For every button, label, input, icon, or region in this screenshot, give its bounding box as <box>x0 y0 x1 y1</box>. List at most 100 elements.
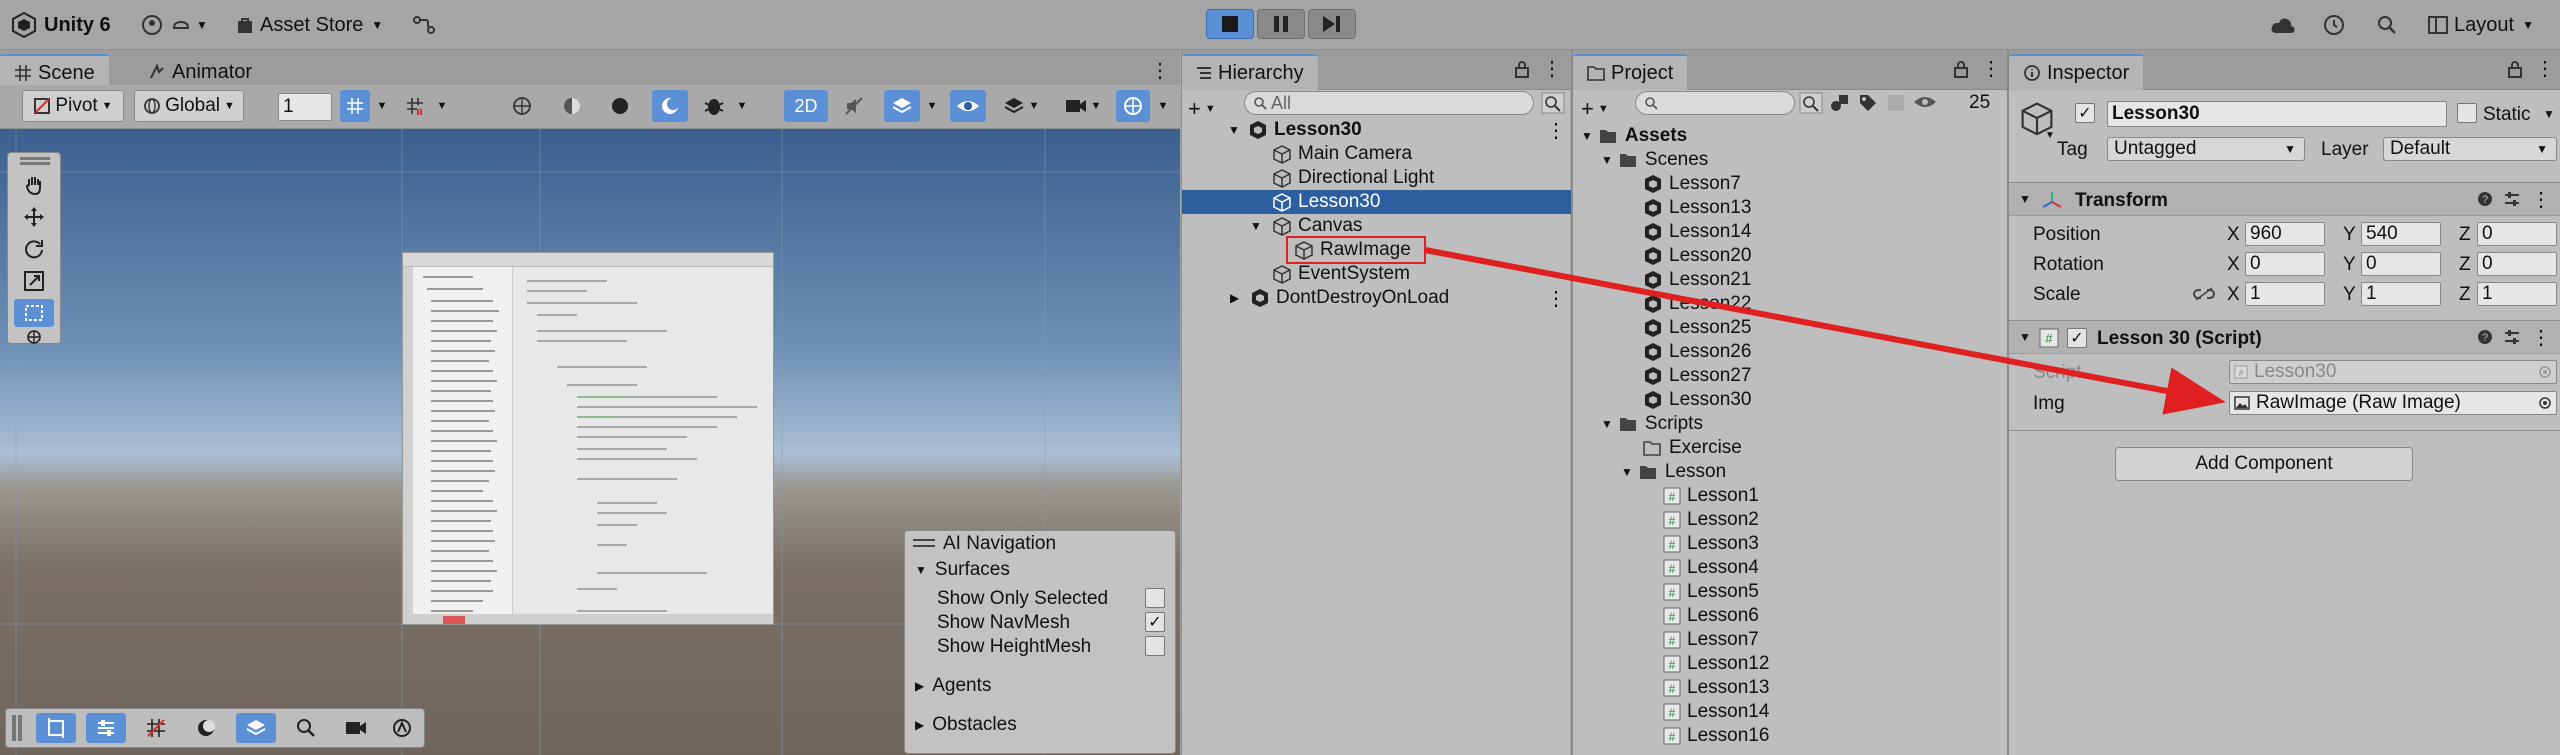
debug-button[interactable] <box>698 90 730 122</box>
effects-toggle[interactable] <box>884 90 920 122</box>
position-x-input[interactable]: 960 <box>2245 222 2325 246</box>
grid-snap-input[interactable]: 1 <box>278 93 332 121</box>
layers-overlay-button[interactable] <box>236 713 276 743</box>
scale-z-input[interactable]: 1 <box>2477 282 2557 306</box>
hidden-packages-icon[interactable] <box>1885 92 1907 114</box>
project-search-input[interactable] <box>1635 91 1795 115</box>
audio-toggle[interactable] <box>838 90 870 122</box>
show-heightmesh-checkbox[interactable] <box>1145 636 1165 656</box>
axis-label[interactable]: Z <box>2459 284 2471 306</box>
layers-dropdown[interactable]: ▼ <box>996 90 1046 122</box>
pivot-dropdown[interactable]: Pivot ▼ <box>22 90 124 122</box>
position-z-input[interactable]: 0 <box>2477 222 2557 246</box>
solid-shading-button[interactable] <box>604 90 636 122</box>
hierarchy-row-main-camera[interactable]: Main Camera <box>1182 142 1571 166</box>
lighting-toggle[interactable] <box>652 90 688 122</box>
script-file-row[interactable]: # Lesson6 <box>1663 604 1759 628</box>
help-icon[interactable]: ? <box>2477 191 2493 207</box>
camera-overlay-button[interactable] <box>336 713 376 743</box>
script-file-row[interactable]: # Lesson16 <box>1663 724 1769 748</box>
lesson-folder-row[interactable]: ▼ Lesson <box>1621 460 1726 484</box>
global-dropdown[interactable]: Global ▼ <box>134 90 244 122</box>
tab-project[interactable]: Project <box>1573 54 1688 90</box>
scene-file-row[interactable]: Lesson27 <box>1643 364 1751 388</box>
axis-label[interactable]: Y <box>2343 254 2356 276</box>
scene-file-row[interactable]: Lesson14 <box>1643 220 1751 244</box>
move-tool-button[interactable] <box>14 203 54 231</box>
img-object-field[interactable]: RawImage (Raw Image) <box>2229 391 2557 415</box>
scene-file-row[interactable]: Lesson30 <box>1643 388 1751 412</box>
hierarchy-row-lesson30-object[interactable]: Lesson30 <box>1182 190 1571 214</box>
search-button[interactable] <box>2376 10 2398 40</box>
hierarchy-row-canvas[interactable]: ▼ Canvas <box>1182 214 1571 238</box>
scene-file-row[interactable]: Lesson13 <box>1643 196 1751 220</box>
lock-icon[interactable] <box>1953 60 1969 78</box>
more-options-icon[interactable]: ⋮ <box>1150 58 1170 83</box>
unity-account-button[interactable]: Unity 6 <box>10 10 111 40</box>
tag-dropdown[interactable]: Untagged ▼ <box>2107 137 2305 161</box>
preset-sliders-icon[interactable] <box>2503 191 2521 207</box>
script-file-row[interactable]: # Lesson12 <box>1663 652 1769 676</box>
script-enabled-checkbox[interactable]: ✓ <box>2067 328 2087 348</box>
tab-inspector[interactable]: Inspector <box>2009 54 2144 90</box>
pause-button[interactable] <box>1257 9 1305 39</box>
scale-y-input[interactable]: 1 <box>2361 282 2441 306</box>
scale-tool-button[interactable] <box>14 267 54 295</box>
agents-foldout[interactable]: ▶ Agents <box>915 675 991 697</box>
script-file-row[interactable]: # Lesson4 <box>1663 556 1759 580</box>
scene-file-row[interactable]: Lesson21 <box>1643 268 1751 292</box>
eye-slash-icon[interactable] <box>1913 92 1937 112</box>
position-y-input[interactable]: 540 <box>2361 222 2441 246</box>
debug-dropdown[interactable]: ▼ <box>732 90 752 122</box>
rotation-y-input[interactable]: 0 <box>2361 252 2441 276</box>
add-component-button[interactable]: Add Component <box>2115 447 2413 481</box>
ai-navigation-header[interactable]: AI Navigation <box>913 533 1056 555</box>
chevron-down-icon[interactable]: ▼ <box>2543 107 2555 121</box>
rotation-z-input[interactable]: 0 <box>2477 252 2557 276</box>
script-file-row[interactable]: # Lesson7 <box>1663 628 1759 652</box>
axis-label[interactable]: Y <box>2343 284 2356 306</box>
surfaces-foldout[interactable]: ▼ Surfaces <box>915 559 1010 581</box>
layer-dropdown[interactable]: Default ▼ <box>2383 137 2557 161</box>
help-icon[interactable]: ? <box>2477 329 2493 345</box>
transform-tool-button[interactable] <box>14 330 54 344</box>
static-checkbox[interactable] <box>2457 103 2477 123</box>
lighting-button[interactable] <box>186 713 226 743</box>
grid-visibility-button[interactable] <box>136 713 176 743</box>
preset-sliders-icon[interactable] <box>2503 329 2521 345</box>
hierarchy-row-dontdestroyonload[interactable]: ▶ DontDestroyOnLoad ⋮ <box>1182 286 1571 310</box>
scene-file-row[interactable]: Lesson7 <box>1643 172 1741 196</box>
zoom-button[interactable] <box>286 713 326 743</box>
script-file-row[interactable]: # Lesson13 <box>1663 676 1769 700</box>
more-options-icon[interactable]: ⋮ <box>2531 325 2551 350</box>
script-file-row[interactable]: # Lesson14 <box>1663 700 1769 724</box>
script-file-row[interactable]: # Lesson2 <box>1663 508 1759 532</box>
filter-by-label-icon[interactable] <box>1857 92 1879 114</box>
drag-handle[interactable] <box>20 157 50 160</box>
hierarchy-row-directional-light[interactable]: Directional Light <box>1182 166 1571 190</box>
rect-tool-button[interactable] <box>14 299 54 327</box>
scene-file-row[interactable]: Lesson25 <box>1643 316 1751 340</box>
axis-label[interactable]: Z <box>2459 254 2471 276</box>
more-options-icon[interactable]: ⋮ <box>1542 56 1562 81</box>
lock-icon[interactable] <box>1514 60 1530 78</box>
project-create-dropdown[interactable]: + ▼ <box>1581 96 1609 122</box>
filter-by-type-icon[interactable] <box>1829 92 1851 114</box>
cloud-button[interactable] <box>2270 10 2296 40</box>
raw-image-preview[interactable] <box>402 252 774 625</box>
compass-button[interactable] <box>382 713 422 743</box>
rect-select-button[interactable] <box>36 713 76 743</box>
toggle-2d-button[interactable]: 2D <box>784 90 828 122</box>
show-only-selected-checkbox[interactable] <box>1145 588 1165 608</box>
drag-handle[interactable] <box>12 715 16 741</box>
draw-mode-button[interactable] <box>506 90 538 122</box>
visibility-toggle[interactable] <box>950 90 986 122</box>
rotate-tool-button[interactable] <box>14 235 54 263</box>
grid-snap-toggle[interactable] <box>340 90 370 122</box>
object-picker-icon[interactable] <box>2538 396 2552 410</box>
step-button[interactable] <box>1308 9 1356 39</box>
lock-icon[interactable] <box>2507 60 2523 78</box>
show-navmesh-checkbox[interactable]: ✓ <box>1145 612 1165 632</box>
tab-hierarchy[interactable]: Hierarchy <box>1182 54 1318 90</box>
scene-file-row[interactable]: Lesson20 <box>1643 244 1751 268</box>
